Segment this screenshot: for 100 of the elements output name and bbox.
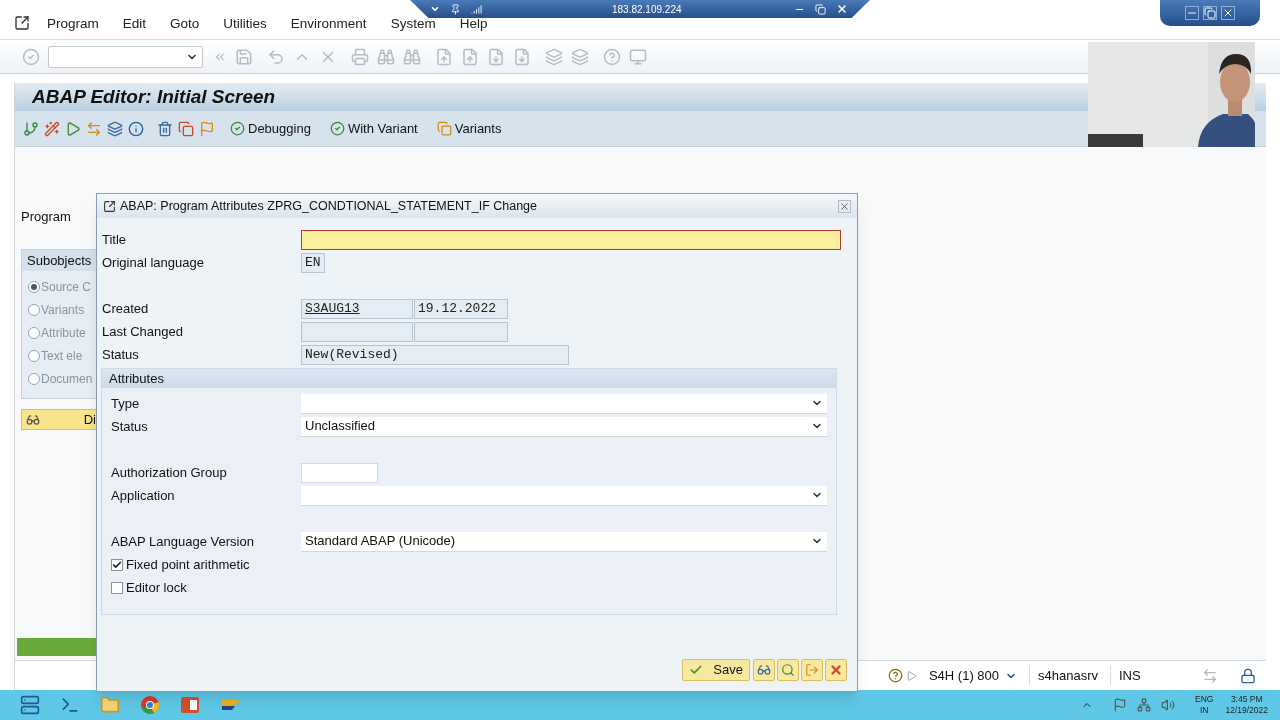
signal-icon: [471, 3, 482, 15]
glasses-icon-button[interactable]: [753, 659, 775, 681]
field-label: Type: [111, 394, 141, 413]
execute-icon[interactable]: [65, 120, 81, 137]
last-page-icon[interactable]: [513, 47, 531, 66]
group-heading: Subobjects: [27, 251, 92, 270]
first-page-icon[interactable]: [435, 47, 453, 66]
radio-button[interactable]: [28, 372, 40, 385]
authorization-group-input[interactable]: [301, 462, 378, 483]
checkbox[interactable]: [111, 558, 123, 571]
rename-icon[interactable]: [199, 120, 215, 137]
language-field: EN: [301, 252, 325, 273]
minimize-icon[interactable]: [1185, 6, 1199, 20]
list-icon[interactable]: [107, 120, 123, 137]
shortcut-icon[interactable]: [571, 47, 589, 66]
server-manager-icon[interactable]: [20, 695, 40, 715]
toolbar-button[interactable]: With Variant: [325, 118, 422, 139]
field-label: ABAP Language Version: [111, 532, 255, 551]
cancel-button[interactable]: [825, 659, 847, 681]
expand-triangle-icon[interactable]: [906, 670, 917, 681]
radio-button[interactable]: [28, 303, 40, 316]
new-session-icon[interactable]: [545, 47, 563, 66]
close-icon[interactable]: [838, 199, 851, 213]
find-next-icon[interactable]: [403, 47, 421, 66]
back-icon[interactable]: [267, 47, 285, 66]
terminal-icon[interactable]: [60, 695, 80, 715]
checkbox-label: Fixed point arithmetic: [126, 555, 250, 574]
monitor-icon[interactable]: [629, 47, 647, 66]
system-menu-icon[interactable]: [14, 15, 30, 31]
exit-button[interactable]: [801, 659, 823, 681]
field-label: Title: [102, 230, 128, 249]
help-icon[interactable]: [887, 668, 903, 683]
menu-item[interactable]: Goto: [170, 16, 200, 31]
check-icon: [689, 663, 704, 677]
dialog-title: ABAP: Program Attributes ZPRG_CONDTIONAL_STATEMENT_IF Change: [120, 197, 539, 215]
menu-item[interactable]: Edit: [122, 16, 147, 31]
status-dropdown[interactable]: Unclassified: [301, 416, 827, 437]
lock-icon[interactable]: [1240, 667, 1256, 684]
radio-label: Documen: [41, 370, 93, 388]
menu-item[interactable]: Environment: [290, 16, 367, 31]
hierarchy-icon[interactable]: [23, 120, 39, 137]
copy-icon[interactable]: [178, 120, 194, 137]
toolbar-button[interactable]: Debugging: [226, 118, 315, 139]
search-button[interactable]: [777, 659, 799, 681]
wand-icon[interactable]: [44, 120, 60, 137]
restore-icon[interactable]: [815, 3, 826, 15]
system-info[interactable]: S4H (1) 800: [928, 665, 1017, 686]
field-label: Status: [102, 345, 140, 364]
window-icon: [103, 199, 116, 213]
where-used-icon[interactable]: [86, 120, 102, 137]
print-icon[interactable]: [351, 47, 369, 66]
clock-check-icon: [230, 121, 245, 136]
language-indicator[interactable]: ENG: [1195, 694, 1214, 705]
sap-logon-icon[interactable]: [220, 698, 242, 712]
toolbar-button[interactable]: Variants: [432, 118, 506, 139]
radio-button[interactable]: [28, 280, 40, 293]
volume-icon[interactable]: [1161, 698, 1176, 712]
action-center-icon[interactable]: [1113, 698, 1128, 712]
region-indicator[interactable]: IN: [1200, 705, 1209, 716]
next-page-icon[interactable]: [487, 47, 505, 66]
field-label: Authorization Group: [111, 463, 228, 482]
radio-button[interactable]: [28, 349, 40, 362]
language-version-dropdown[interactable]: Standard ABAP (Unicode): [301, 531, 827, 552]
menu-item[interactable]: System: [390, 16, 436, 31]
field-label: Original language: [102, 253, 205, 272]
magnifier-icon: [781, 663, 795, 677]
save-button[interactable]: Save: [682, 659, 750, 681]
info-icon[interactable]: [128, 120, 144, 137]
menu-item[interactable]: Help: [459, 16, 488, 31]
restore-icon[interactable]: [1203, 6, 1217, 20]
clock-time[interactable]: 3:45 PM: [1230, 694, 1263, 705]
close-icon[interactable]: [1221, 6, 1235, 20]
menu-item[interactable]: Utilities: [223, 16, 267, 31]
field-label: Application: [111, 486, 176, 505]
remote-address: 183.82.109.224: [612, 2, 683, 17]
transfer-icon[interactable]: [1202, 667, 1218, 684]
menu-item[interactable]: Program: [47, 16, 99, 31]
previous-page-icon[interactable]: [461, 47, 479, 66]
pin-icon[interactable]: [450, 3, 461, 15]
checkbox[interactable]: [111, 581, 123, 594]
confirm-icon[interactable]: [22, 47, 40, 66]
field-label: Last Changed: [102, 322, 184, 341]
clock-date[interactable]: 12/19/2022: [1225, 705, 1268, 716]
radio-button[interactable]: [28, 326, 40, 339]
variants-icon: [436, 121, 452, 136]
title-input[interactable]: [301, 229, 841, 250]
created-by-field: S3AUG13: [301, 298, 413, 319]
network-icon[interactable]: [1137, 698, 1152, 712]
browser-icon[interactable]: [140, 695, 160, 715]
field-label: Status: [111, 417, 149, 436]
find-icon[interactable]: [377, 47, 395, 66]
checkbox-label: Editor lock: [126, 578, 187, 597]
close-icon[interactable]: [836, 3, 848, 15]
delete-icon[interactable]: [157, 120, 173, 137]
folder-icon[interactable]: [100, 695, 120, 715]
radio-label: Attribute: [41, 324, 86, 342]
radio-label: Source C: [41, 278, 92, 296]
radio-label: Variants: [41, 301, 85, 319]
save-icon[interactable]: [235, 47, 253, 66]
clock-check-icon: [329, 121, 345, 136]
